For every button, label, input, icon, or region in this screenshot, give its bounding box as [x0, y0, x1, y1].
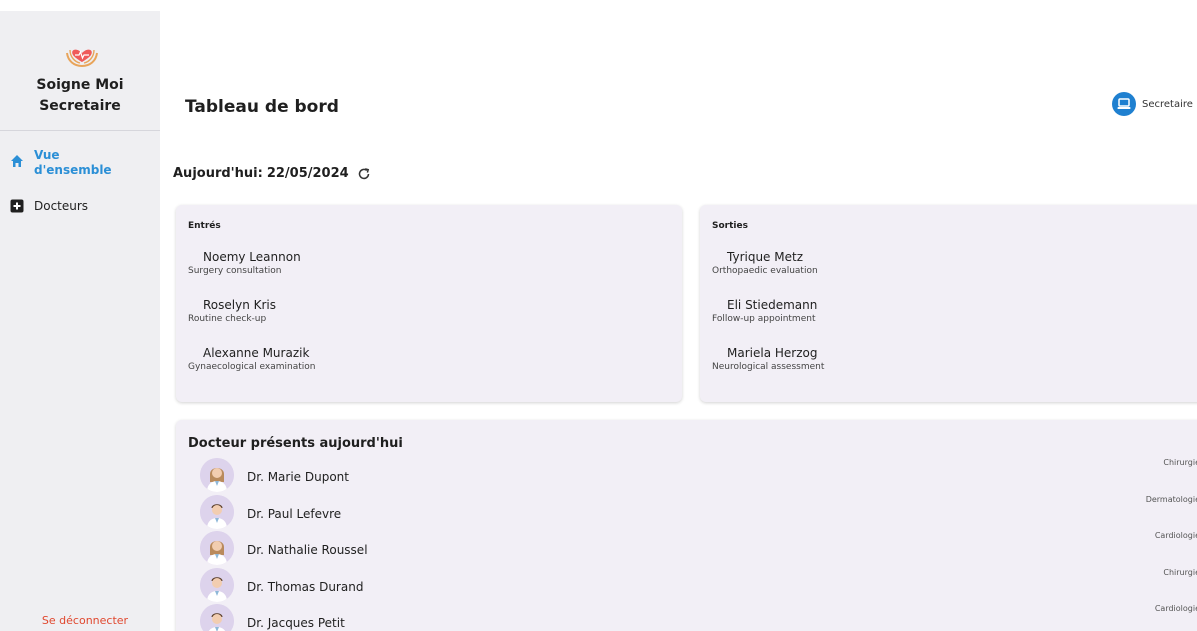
doctors-card: Docteur présents aujourd'hui Dr. Marie D…	[176, 420, 1197, 631]
patient-name: Eli Stiedemann	[727, 298, 818, 312]
exit-item[interactable]: Mariela Herzog Neurological assessment	[712, 346, 824, 374]
doctor-row[interactable]: Dr. Jacques Petit Cardiologie	[200, 604, 1197, 631]
doctor-row[interactable]: Dr. Paul Lefevre Dermatologie	[200, 495, 1197, 529]
user-badge[interactable]: Secretaire	[1112, 92, 1193, 116]
visit-reason: Neurological assessment	[712, 362, 825, 372]
sidebar-item-overview-label: Vue d'ensemble	[34, 148, 112, 178]
home-icon	[11, 155, 23, 167]
visit-reason: Surgery consultation	[188, 266, 282, 276]
sidebar-item-overview[interactable]: Vue d'ensemble	[10, 148, 112, 178]
sidebar-item-doctors-label: Docteurs	[34, 199, 89, 213]
brand-title: Soigne Moi Secretaire	[0, 75, 160, 117]
male-doctor-icon	[200, 568, 234, 602]
brand: Soigne Moi Secretaire	[0, 11, 160, 131]
doctor-name: Dr. Paul Lefevre	[247, 507, 342, 521]
patient-name: Noemy Leannon	[203, 250, 301, 264]
doctor-specialty: Chirurgie	[1163, 568, 1197, 577]
visit-reason: Gynaecological examination	[188, 362, 316, 372]
exits-title: Sorties	[712, 221, 748, 231]
overview-label-line1: Vue	[34, 148, 60, 162]
doctor-name: Dr. Nathalie Roussel	[247, 543, 368, 557]
female-doctor-icon	[200, 458, 234, 492]
doctor-name: Dr. Thomas Durand	[247, 580, 364, 594]
doctor-avatar	[200, 458, 234, 492]
doctors-title: Docteur présents aujourd'hui	[188, 436, 403, 451]
sidebar: Soigne Moi Secretaire Vue d'ensemble Doc…	[0, 11, 160, 631]
entry-item[interactable]: Noemy Leannon Surgery consultation	[188, 250, 301, 278]
doctor-name: Dr. Marie Dupont	[247, 470, 349, 484]
doctor-avatar	[200, 531, 234, 565]
patient-name: Roselyn Kris	[203, 298, 277, 312]
logout-link[interactable]: Se déconnecter	[0, 614, 170, 627]
doctor-specialty: Dermatologie	[1145, 495, 1197, 504]
date-value: 22/05/2024	[266, 166, 349, 181]
brand-line2: Secretaire	[39, 98, 121, 114]
date-line: Aujourd'hui: 22/05/2024	[173, 166, 371, 181]
plus-square-icon	[10, 199, 24, 213]
patient-name: Mariela Herzog	[727, 346, 818, 360]
entry-item[interactable]: Alexanne Murazik Gynaecological examinat…	[188, 346, 316, 374]
doctor-avatar	[200, 568, 234, 602]
exit-item[interactable]: Tyrique Metz Orthopaedic evaluation	[712, 250, 818, 278]
overview-label-line2: d'ensemble	[34, 163, 112, 177]
page-title: Tableau de bord	[185, 97, 339, 117]
visit-reason: Routine check-up	[188, 314, 267, 324]
patient-name: Alexanne Murazik	[203, 346, 310, 360]
patient-name: Tyrique Metz	[727, 250, 803, 264]
entries-card: Entrés Noemy Leannon Surgery consultatio…	[176, 205, 682, 402]
entry-item[interactable]: Roselyn Kris Routine check-up	[188, 298, 276, 326]
doctor-row[interactable]: Dr. Nathalie Roussel Cardiologie	[200, 531, 1197, 565]
entries-title: Entrés	[188, 221, 221, 231]
doctor-avatar	[200, 604, 234, 631]
heart-hands-logo-icon	[66, 49, 98, 68]
brand-line1: Soigne Moi	[36, 77, 124, 93]
visit-reason: Follow-up appointment	[712, 314, 816, 324]
doctor-row[interactable]: Dr. Thomas Durand Chirurgie	[200, 568, 1197, 602]
visit-reason: Orthopaedic evaluation	[712, 266, 818, 276]
refresh-icon[interactable]	[357, 167, 371, 181]
exits-card: Sorties Tyrique Metz Orthopaedic evaluat…	[700, 205, 1197, 402]
user-name: Secretaire	[1142, 98, 1193, 110]
laptop-icon	[1117, 98, 1131, 109]
sidebar-item-doctors[interactable]: Docteurs	[10, 199, 88, 214]
exit-item[interactable]: Eli Stiedemann Follow-up appointment	[712, 298, 817, 326]
doctor-name: Dr. Jacques Petit	[247, 616, 345, 630]
male-doctor-icon	[200, 495, 234, 529]
user-avatar	[1112, 92, 1136, 116]
date-prefix: Aujourd'hui:	[173, 166, 263, 181]
doctor-specialty: Chirurgie	[1163, 458, 1197, 467]
doctor-row[interactable]: Dr. Marie Dupont Chirurgie	[200, 458, 1197, 492]
doctor-specialty: Cardiologie	[1154, 604, 1197, 613]
female-doctor-icon	[200, 531, 234, 565]
male-doctor-icon	[200, 604, 234, 631]
app: Soigne Moi Secretaire Vue d'ensemble Doc…	[0, 0, 1197, 631]
doctor-avatar	[200, 495, 234, 529]
doctor-specialty: Cardiologie	[1154, 531, 1197, 540]
